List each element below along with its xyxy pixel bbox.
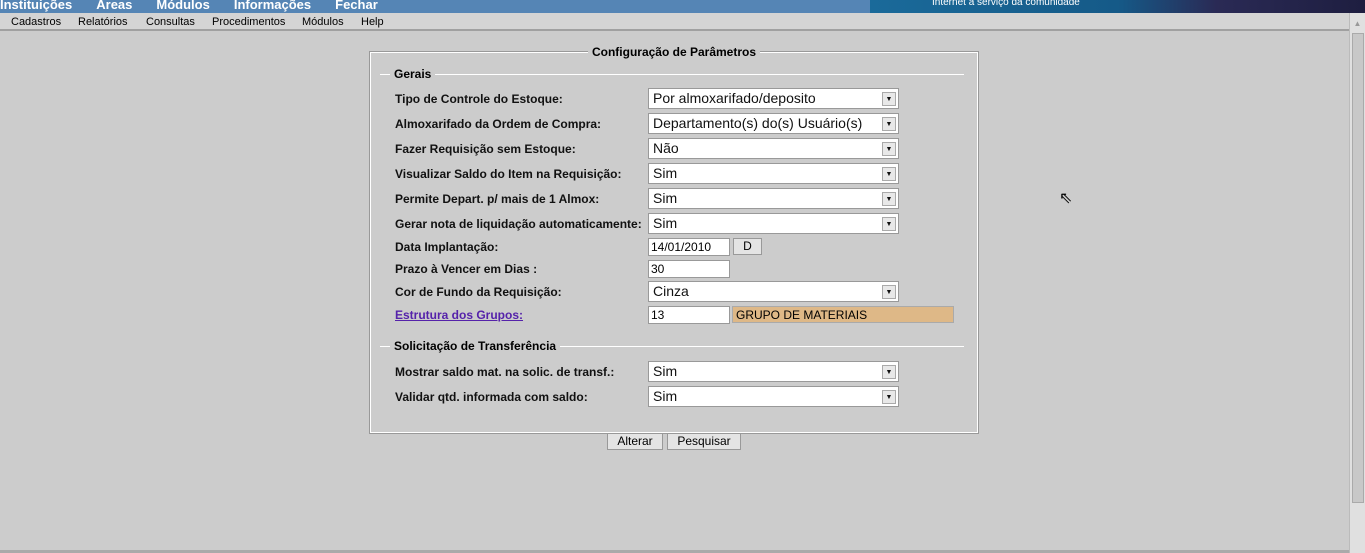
chevron-down-icon: ▼ <box>882 117 896 131</box>
chevron-down-icon: ▼ <box>882 142 896 156</box>
banner-text: Internet a serviço da comunidade <box>932 0 1080 8</box>
chevron-down-icon: ▼ <box>882 390 896 404</box>
top-menu-instituicoes[interactable]: Instituições <box>0 0 72 12</box>
validar-qtd-value: Sim <box>653 388 678 404</box>
permite-depart-value: Sim <box>653 190 678 206</box>
menu-procedimentos[interactable]: Procedimentos <box>212 16 285 28</box>
scroll-up-icon[interactable]: ▲ <box>1350 19 1365 28</box>
prazo-label: Prazo à Vencer em Dias : <box>395 262 538 276</box>
estrutura-grupos-link[interactable]: Estrutura dos Grupos: <box>395 308 523 322</box>
top-menu-informacoes[interactable]: Informações <box>234 0 311 12</box>
visualizar-saldo-label: Visualizar Saldo do Item na Requisição: <box>395 167 622 181</box>
chevron-down-icon: ▼ <box>882 192 896 206</box>
visualizar-saldo-value: Sim <box>653 165 678 181</box>
tipo-controle-value: Por almoxarifado/deposito <box>653 90 816 106</box>
mostrar-saldo-label: Mostrar saldo mat. na solic. de transf.: <box>395 365 615 379</box>
date-picker-button[interactable]: D <box>733 238 762 255</box>
mostrar-saldo-value: Sim <box>653 363 678 379</box>
chevron-down-icon: ▼ <box>882 285 896 299</box>
gerar-nota-value: Sim <box>653 215 678 231</box>
banner: Internet a serviço da comunidade <box>870 0 1365 13</box>
chevron-down-icon: ▼ <box>882 217 896 231</box>
mostrar-saldo-select[interactable]: Sim ▼ <box>648 361 899 382</box>
estrutura-code-input[interactable]: 13 <box>648 306 730 324</box>
pesquisar-button[interactable]: Pesquisar <box>667 433 741 450</box>
permite-depart-select[interactable]: Sim ▼ <box>648 188 899 209</box>
menu-modulos[interactable]: Módulos <box>302 16 344 28</box>
cor-fundo-label: Cor de Fundo da Requisição: <box>395 285 562 299</box>
scroll-thumb[interactable] <box>1352 33 1364 503</box>
panel-title: Configuração de Parâmetros <box>587 45 761 59</box>
validar-qtd-label: Validar qtd. informada com saldo: <box>395 390 588 404</box>
top-menu-areas[interactable]: Areas <box>96 0 132 12</box>
menu-relatorios[interactable]: Relatórios <box>78 16 128 28</box>
gerar-nota-select[interactable]: Sim ▼ <box>648 213 899 234</box>
gerar-nota-label: Gerar nota de liquidação automaticamente… <box>395 217 642 231</box>
tipo-controle-label: Tipo de Controle do Estoque: <box>395 92 563 106</box>
chevron-down-icon: ▼ <box>882 92 896 106</box>
top-menu-modulos[interactable]: Módulos <box>156 0 209 12</box>
req-sem-estoque-label: Fazer Requisição sem Estoque: <box>395 142 576 156</box>
req-sem-estoque-value: Não <box>653 140 679 156</box>
chevron-down-icon: ▼ <box>882 167 896 181</box>
visualizar-saldo-select[interactable]: Sim ▼ <box>648 163 899 184</box>
top-menu-fechar[interactable]: Fechar <box>335 0 378 12</box>
menu-cadastros[interactable]: Cadastros <box>11 16 61 28</box>
almox-ordem-label: Almoxarifado da Ordem de Compra: <box>395 117 602 131</box>
menu-bar: Cadastros Relatórios Consultas Procedime… <box>0 13 1349 31</box>
prazo-input[interactable]: 30 <box>648 260 730 278</box>
estrutura-description: GRUPO DE MATERIAIS <box>732 306 954 323</box>
almox-ordem-select[interactable]: Departamento(s) do(s) Usuário(s) ▼ <box>648 113 899 134</box>
chevron-down-icon: ▼ <box>882 365 896 379</box>
permite-depart-label: Permite Depart. p/ mais de 1 Almox: <box>395 192 600 206</box>
data-implantacao-input[interactable]: 14/01/2010 <box>648 238 730 256</box>
data-implantacao-label: Data Implantação: <box>395 240 499 254</box>
menu-consultas[interactable]: Consultas <box>146 16 195 28</box>
cor-fundo-value: Cinza <box>653 283 689 299</box>
top-menu-bar: Instituições Areas Módulos Informações F… <box>0 0 1365 13</box>
alterar-button[interactable]: Alterar <box>607 433 663 450</box>
section-gerais-legend: Gerais <box>390 67 436 81</box>
section-gerais: Gerais <box>380 67 964 81</box>
menu-help[interactable]: Help <box>361 16 384 28</box>
section-transferencia: Solicitação de Transferência <box>380 339 964 353</box>
mouse-cursor-icon: ⇖ <box>1059 190 1073 207</box>
panel-title-wrap: Configuração de Parâmetros <box>370 45 978 59</box>
req-sem-estoque-select[interactable]: Não ▼ <box>648 138 899 159</box>
cor-fundo-select[interactable]: Cinza ▼ <box>648 281 899 302</box>
section-transferencia-legend: Solicitação de Transferência <box>390 339 561 353</box>
almox-ordem-value: Departamento(s) do(s) Usuário(s) <box>653 115 863 131</box>
validar-qtd-select[interactable]: Sim ▼ <box>648 386 899 407</box>
tipo-controle-select[interactable]: Por almoxarifado/deposito ▼ <box>648 88 899 109</box>
vertical-scrollbar[interactable]: ▲ <box>1349 13 1365 553</box>
